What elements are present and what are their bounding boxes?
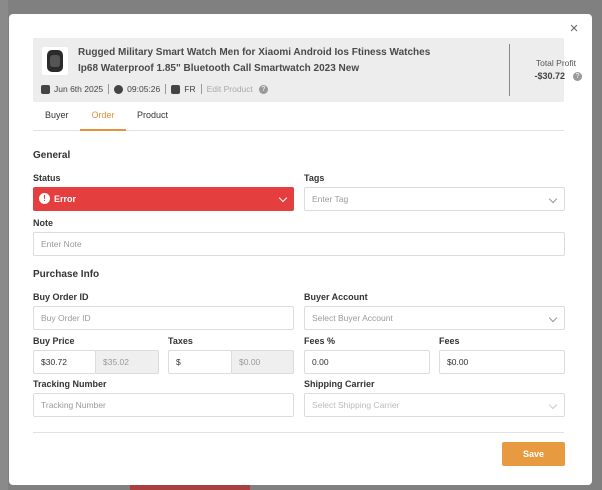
- tab-bar: Buyer Order Product: [33, 110, 564, 131]
- error-icon: !: [39, 193, 50, 204]
- shipping-carrier-select[interactable]: Select Shipping Carrier: [304, 393, 565, 417]
- product-title-line-1: Rugged Military Smart Watch Men for Xiao…: [78, 47, 431, 58]
- note-input[interactable]: Enter Note: [33, 232, 565, 256]
- taxes-currency-select[interactable]: $: [168, 350, 232, 374]
- buy-price-label: Buy Price: [33, 336, 75, 346]
- divider: [200, 84, 202, 94]
- store-icon: [171, 84, 181, 94]
- order-country: FR: [184, 84, 196, 94]
- buy-price-converted-value: $35.02: [103, 357, 129, 367]
- divider: [165, 84, 167, 94]
- buy-order-id-input[interactable]: Buy Order ID: [33, 306, 294, 330]
- chevron-down-icon: [548, 313, 558, 323]
- status-value: Error: [54, 194, 77, 204]
- edit-product-link[interactable]: Edit Product: [207, 84, 253, 94]
- calendar-icon: [41, 84, 50, 94]
- buy-order-id-label: Buy Order ID: [33, 292, 89, 302]
- tracking-number-placeholder: Tracking Number: [41, 400, 106, 410]
- watch-image: [47, 50, 63, 72]
- product-summary: Rugged Military Smart Watch Men for Xiao…: [33, 38, 582, 102]
- total-profit-label: Total Profit: [535, 58, 576, 68]
- chevron-down-icon: [548, 400, 558, 410]
- tags-placeholder: Enter Tag: [312, 194, 349, 204]
- buy-price-value: $30.72: [41, 357, 67, 367]
- taxes-value: $0.00: [239, 357, 261, 367]
- clock-icon: [114, 84, 124, 94]
- close-icon[interactable]: ×: [567, 21, 581, 36]
- tracking-number-input[interactable]: Tracking Number: [33, 393, 294, 417]
- order-date: Jun 6th 2025: [54, 84, 104, 94]
- buy-order-id-placeholder: Buy Order ID: [41, 313, 91, 323]
- buyer-account-select[interactable]: Select Buyer Account: [304, 306, 565, 330]
- fees-percent-input[interactable]: 0.00: [304, 350, 430, 374]
- tags-input[interactable]: Enter Tag: [304, 187, 565, 211]
- footer-divider: [33, 432, 564, 433]
- note-placeholder: Enter Note: [41, 239, 82, 249]
- shipping-carrier-label: Shipping Carrier: [304, 379, 375, 389]
- help-icon[interactable]: ?: [573, 72, 582, 81]
- tab-product[interactable]: Product: [137, 110, 177, 131]
- order-edit-modal: × Rugged Military Smart Watch Men for Xi…: [9, 14, 592, 485]
- total-profit-value: -$30.72: [534, 71, 565, 81]
- chevron-down-icon: [278, 193, 288, 203]
- tracking-number-label: Tracking Number: [33, 379, 107, 389]
- status-select[interactable]: ! Error: [33, 187, 294, 211]
- buyer-account-label: Buyer Account: [304, 292, 368, 302]
- buy-price-input[interactable]: $30.72: [33, 350, 96, 374]
- fees-value: $0.00: [447, 357, 469, 367]
- product-thumbnail: [42, 47, 68, 75]
- tags-label: Tags: [304, 173, 325, 183]
- fees-percent-label: Fees %: [304, 336, 336, 346]
- taxes-label: Taxes: [168, 336, 193, 346]
- product-title: Rugged Military Smart Watch Men for Xiao…: [78, 45, 498, 77]
- fees-input[interactable]: $0.00: [439, 350, 565, 374]
- save-button[interactable]: Save: [502, 442, 565, 466]
- chevron-down-icon: [548, 194, 558, 204]
- help-icon[interactable]: ?: [258, 84, 268, 94]
- general-section-title: General: [33, 150, 71, 161]
- divider: [108, 84, 110, 94]
- note-label: Note: [33, 218, 53, 228]
- tab-order[interactable]: Order: [80, 110, 126, 131]
- buy-price-converted: $35.02: [95, 350, 159, 374]
- purchase-info-section-title: Purchase Info: [33, 269, 100, 280]
- buyer-account-placeholder: Select Buyer Account: [312, 313, 393, 323]
- tab-buyer[interactable]: Buyer: [45, 110, 72, 131]
- taxes-currency: $: [176, 357, 181, 367]
- order-time: 09:05:26: [127, 84, 161, 94]
- backdrop-edge: [0, 0, 8, 490]
- product-title-line-2: Ip68 Waterproof 1.85" Bluetooth Call Sma…: [78, 63, 360, 74]
- fees-percent-value: 0.00: [312, 357, 329, 367]
- status-label: Status: [33, 173, 61, 183]
- divider: [509, 44, 510, 96]
- order-meta: Jun 6th 2025 09:05:26 FR Edit Product ?: [41, 82, 268, 96]
- taxes-input: $0.00: [231, 350, 294, 374]
- shipping-carrier-placeholder: Select Shipping Carrier: [312, 400, 400, 410]
- fees-label: Fees: [439, 336, 460, 346]
